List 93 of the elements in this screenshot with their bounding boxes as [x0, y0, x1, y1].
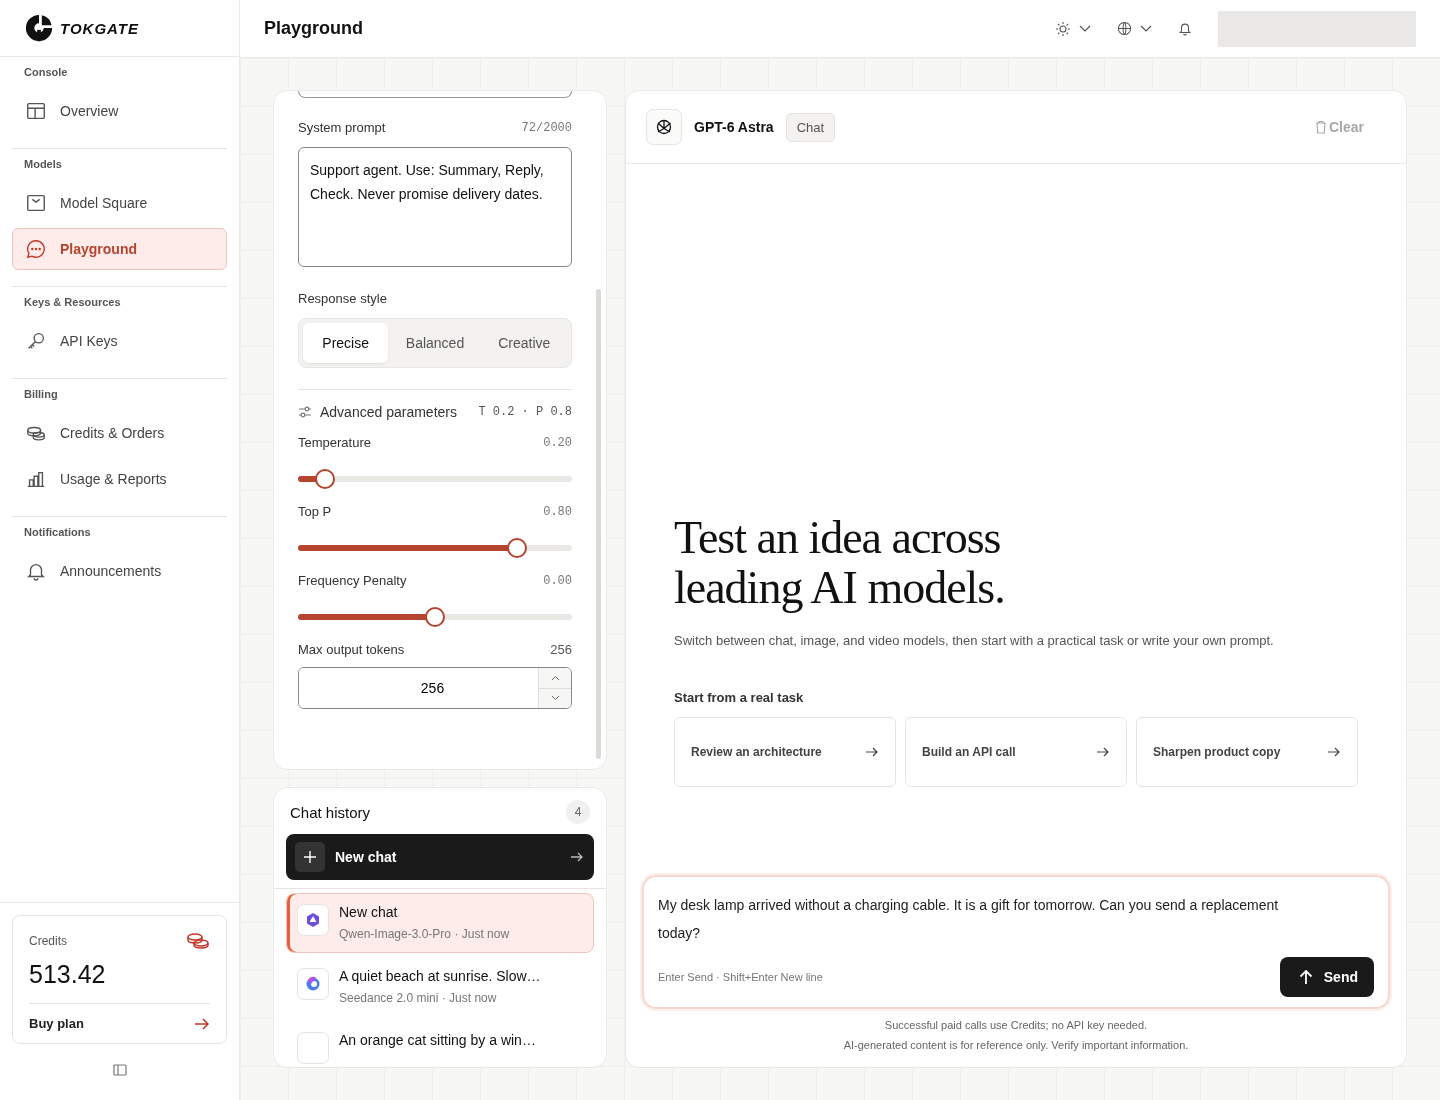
- slider[interactable]: [298, 538, 572, 558]
- slider-label: Top P: [298, 504, 332, 519]
- history-item[interactable]: New chat Qwen-Image-3.0-Pro · Just now: [286, 893, 594, 953]
- history-item[interactable]: An orange cat sitting by a win…: [286, 1021, 594, 1067]
- history-title: A quiet beach at sunrise. Slow…: [339, 968, 541, 984]
- section-heading[interactable]: Advanced parameters: [320, 404, 457, 420]
- style-option[interactable]: Balanced: [392, 323, 478, 363]
- arrow-up-icon: [1297, 969, 1314, 985]
- theme-menu[interactable]: [1055, 20, 1091, 37]
- chevron-down-icon: [1079, 24, 1091, 33]
- page-title: Playground: [264, 18, 363, 39]
- arrow-right-icon: [865, 746, 879, 758]
- history-title: New chat: [339, 904, 399, 920]
- nav-item[interactable]: Overview: [12, 90, 227, 132]
- history-title: An orange cat sitting by a win…: [339, 1032, 536, 1048]
- slider-label: Frequency Penalty: [298, 573, 407, 588]
- nav-item[interactable]: Credits & Orders: [12, 412, 227, 454]
- nav-item[interactable]: Playground: [12, 228, 227, 270]
- field-label: Response style: [298, 291, 388, 306]
- history-meta: Seedance 2.0 mini · Just now: [339, 991, 498, 1005]
- task-card[interactable]: Review an architecture: [674, 717, 896, 787]
- section-title: Billing: [23, 387, 59, 402]
- nav-item[interactable]: Model Square: [12, 182, 227, 224]
- slider-thumb[interactable]: [425, 607, 445, 627]
- sun-icon: [1055, 20, 1071, 37]
- slider[interactable]: [298, 469, 572, 489]
- model-logo-icon: [646, 109, 682, 145]
- scrollbar[interactable]: [596, 289, 601, 759]
- chevron-up-icon: [550, 674, 560, 681]
- task-card[interactable]: Build an API call: [905, 717, 1127, 787]
- subtitle: Switch between chat, image, and video models, then start with a practical task or write your own prompt.: [674, 633, 1275, 648]
- plus-icon: [303, 850, 317, 864]
- arrow-right-icon: [194, 1016, 210, 1031]
- tray-icon: [25, 192, 47, 214]
- count-badge: 4: [566, 800, 590, 824]
- disclaimer-text: Successful paid calls use Credits; no API key needed.: [884, 1019, 1148, 1031]
- headline: Test an idea across leading AI models.: [674, 513, 1006, 613]
- nav-item[interactable]: API Keys: [12, 320, 227, 362]
- section-title: Models: [23, 157, 63, 172]
- disclaimer-text: AI-generated content is for reference only. Verify important information.: [843, 1039, 1189, 1051]
- buy-plan-link[interactable]: Buy plan: [29, 1016, 210, 1031]
- logo-icon: [24, 13, 54, 43]
- arrow-right-icon: [1096, 746, 1110, 758]
- credits-amount: 513.42: [29, 960, 107, 989]
- history-item[interactable]: A quiet beach at sunrise. Slow… Seedance 2.0 mini · Just now: [286, 957, 594, 1017]
- section-title: Keys & Resources: [23, 295, 122, 310]
- language-menu[interactable]: [1117, 21, 1152, 36]
- bell-icon[interactable]: [1178, 21, 1192, 36]
- new-chat-button[interactable]: New chat: [286, 834, 594, 880]
- credits-label: Credits: [29, 934, 67, 948]
- field-label: System prompt: [298, 120, 386, 135]
- brand-name: TOKGATE: [60, 19, 139, 37]
- coins-icon: [186, 932, 210, 950]
- arrow-right-icon: [1327, 746, 1341, 758]
- mode-tag: Chat: [785, 112, 836, 142]
- slider[interactable]: [298, 607, 572, 627]
- style-option[interactable]: Creative: [481, 323, 567, 363]
- chevron-down-icon: [1140, 24, 1152, 33]
- slider-thumb[interactable]: [315, 469, 336, 489]
- chat-bubble-icon: [25, 238, 47, 260]
- nav-item[interactable]: Usage & Reports: [12, 458, 227, 500]
- history-meta: Qwen-Image-3.0-Pro · Just now: [339, 927, 510, 941]
- token-value: 256: [550, 642, 572, 657]
- globe-icon: [1117, 21, 1132, 36]
- slider-thumb[interactable]: [507, 538, 528, 558]
- style-option[interactable]: Precise: [303, 323, 389, 363]
- field-label: Max output tokens: [298, 642, 405, 657]
- parameter-summary: T 0.2 · P 0.8: [478, 405, 572, 419]
- sidebar-toggle-icon[interactable]: [112, 1064, 127, 1076]
- ring-logo-icon: [297, 968, 329, 1000]
- sliders-icon: [298, 406, 312, 418]
- character-count: 72/2000: [521, 120, 572, 135]
- panel-title: Chat history: [290, 803, 371, 821]
- slider-value: 0.00: [543, 573, 572, 588]
- slider-label: Temperature: [298, 435, 371, 450]
- task-card[interactable]: Sharpen product copy: [1136, 717, 1358, 787]
- keyboard-hint: Enter Send · Shift+Enter New line: [658, 971, 823, 983]
- message-field[interactable]: My desk lamp arrived without a charging cable. It is a gift for tomorrow. Can you send a replacement today? Enter Send · Shift+Enter New line Send: [642, 875, 1390, 1009]
- trash-icon: [1314, 120, 1327, 134]
- section-title: Start from a real task: [674, 690, 805, 705]
- section-title: Console: [23, 65, 69, 80]
- arrow-right-icon: [570, 851, 584, 863]
- slider-value: 0.20: [543, 435, 572, 450]
- model-name[interactable]: GPT-6 Astra: [694, 119, 774, 135]
- model-icon: [297, 1032, 329, 1064]
- section-title: Notifications: [23, 525, 92, 540]
- slider-value: 0.80: [543, 504, 572, 519]
- system-prompt-field[interactable]: Support agent. Use: Summary, Reply, Check. Never promise delivery dates.: [298, 147, 572, 267]
- nav-item[interactable]: Announcements: [12, 550, 227, 592]
- hexagon-logo-icon: [297, 904, 329, 936]
- chevron-down-icon: [550, 695, 560, 702]
- layout-icon: [25, 100, 47, 122]
- send-button[interactable]: Send: [1279, 957, 1374, 997]
